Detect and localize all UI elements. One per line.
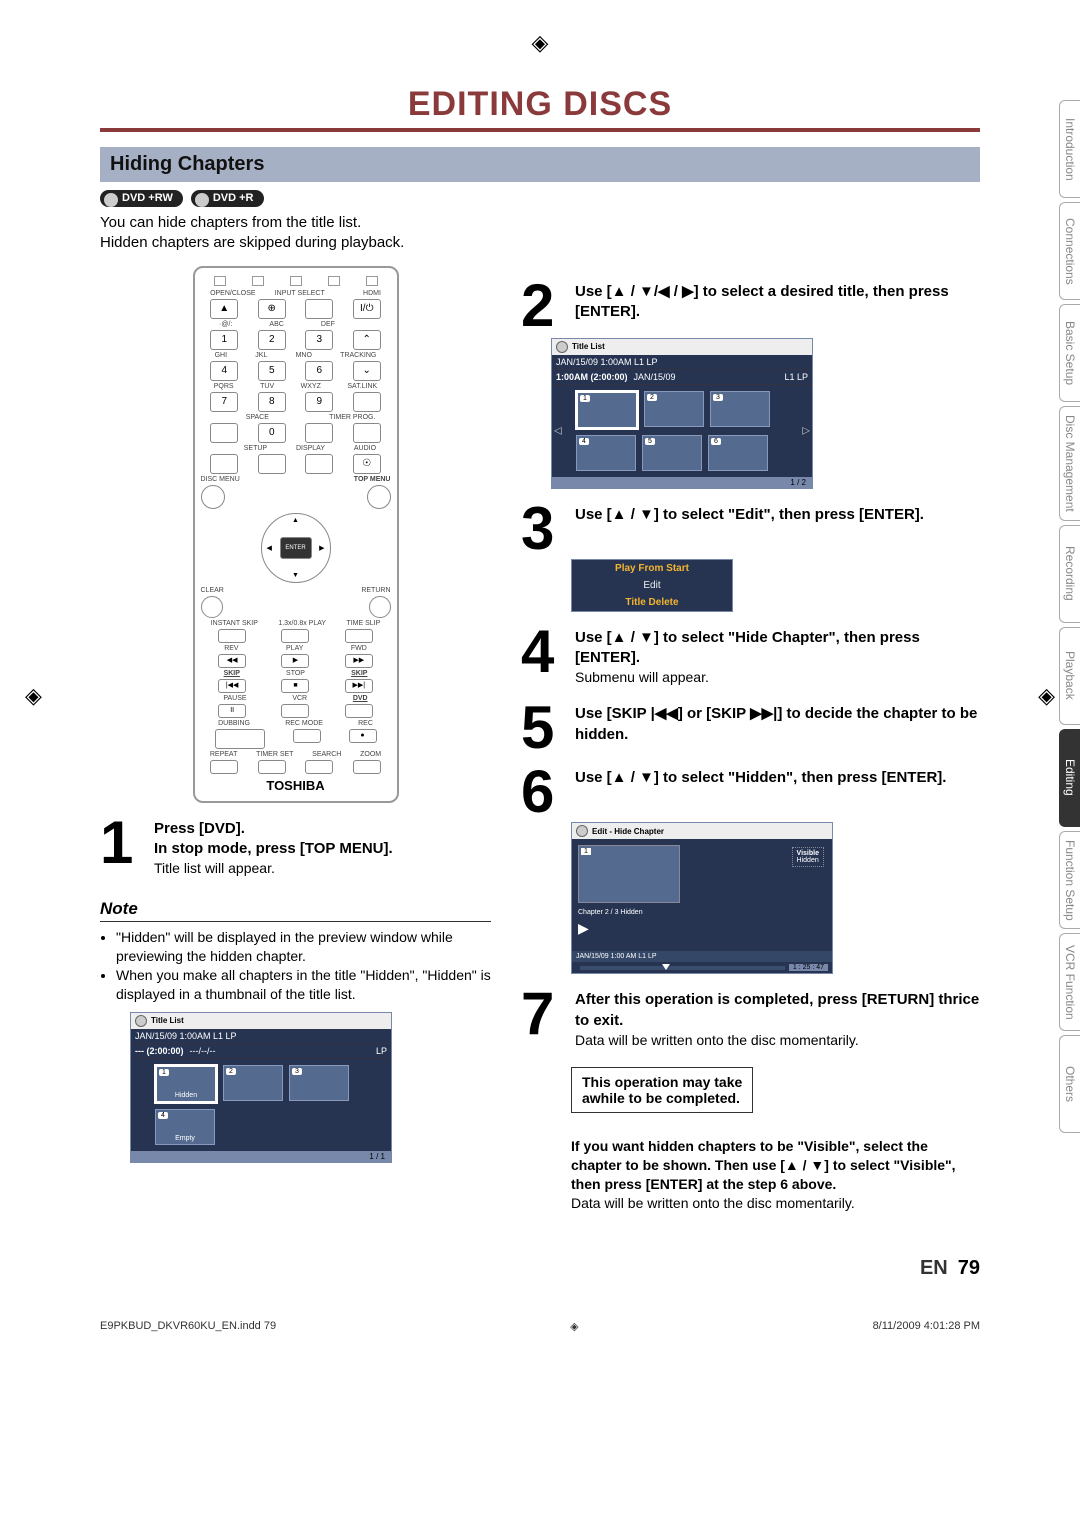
dvd-r-badge: DVD +R [191,190,264,207]
edit-menu: Play From Start Edit Title Delete [571,559,733,612]
side-tab-introduction[interactable]: Introduction [1059,100,1080,198]
page-title: EDITING DISCS [100,85,980,132]
registration-mark-icon: ◈ [532,30,549,56]
disc-badges: DVD +RW DVD +R [100,190,980,207]
dvd-rw-badge: DVD +RW [100,190,183,207]
step-5: 5 Use [SKIP |◀◀] or [SKIP ▶▶|] to decide… [521,704,980,752]
side-tab-vcr-function[interactable]: VCR Function [1059,933,1080,1031]
step-4: 4 Use [▲ / ▼] to select "Hide Chapter", … [521,628,980,689]
osd-note-title-list: Title List JAN/15/09 1:00AM L1 LP --- (2… [100,1012,491,1163]
step-1: 1 Press [DVD]. In stop mode, press [TOP … [100,819,491,880]
disc-icon [556,341,568,353]
play-icon: ▶ [578,920,826,937]
osd-edit-hide-chapter: Edit - Hide Chapter 1 VisibleHidden Chap… [571,822,833,974]
side-tab-function-setup[interactable]: Function Setup [1059,831,1080,930]
side-navigation: Introduction Connections Basic Setup Dis… [1059,100,1080,1133]
left-arrow-icon: ◁ [554,425,562,436]
side-tab-others[interactable]: Others [1059,1035,1080,1133]
step-7: 7 After this operation is completed, pre… [521,990,980,1051]
remote-brand: TOSHIBA [201,778,391,793]
osd-step2-title-list: Title List JAN/15/09 1:00AM L1 LP 1:00AM… [521,338,980,489]
note-block: Note "Hidden" will be displayed in the p… [100,899,491,1004]
step-3: 3 Use [▲ / ▼] to select "Edit", then pre… [521,505,980,553]
registration-mark-icon: ◈ [25,683,42,709]
visible-instruction: If you want hidden chapters to be "Visib… [571,1137,980,1213]
warning-box: This operation may take awhile to be com… [571,1067,753,1113]
intro-text: You can hide chapters from the title lis… [100,213,980,254]
nav-circle: ▲ ▼ ◀ ▶ ENTER [261,513,331,583]
side-tab-disc-management[interactable]: Disc Management [1059,406,1080,521]
step-6: 6 Use [▲ / ▼] to select "Hidden", then p… [521,768,980,816]
right-arrow-icon: ▷ [802,425,810,436]
registration-mark-icon: ◈ [570,1320,578,1333]
side-tab-editing[interactable]: Editing [1059,729,1080,827]
section-heading: Hiding Chapters [100,147,980,182]
step-2: 2 Use [▲ / ▼/◀ / ▶] to select a desired … [521,282,980,330]
remote-illustration: OPEN/CLOSEINPUT SELECTHDMI ▲⊕I/⏻ ·@/:ABC… [193,266,399,803]
disc-icon [576,825,588,837]
side-tab-basic-setup[interactable]: Basic Setup [1059,304,1080,402]
page-footer: EN79 [100,1257,980,1280]
registration-mark-icon: ◈ [1038,683,1055,709]
disc-icon [135,1015,147,1027]
side-tab-connections[interactable]: Connections [1059,202,1080,300]
side-tab-recording[interactable]: Recording [1059,525,1080,623]
print-metadata: E9PKBUD_DKVR60KU_EN.indd 79 ◈ 8/11/2009 … [100,1320,980,1333]
side-tab-playback[interactable]: Playback [1059,627,1080,725]
